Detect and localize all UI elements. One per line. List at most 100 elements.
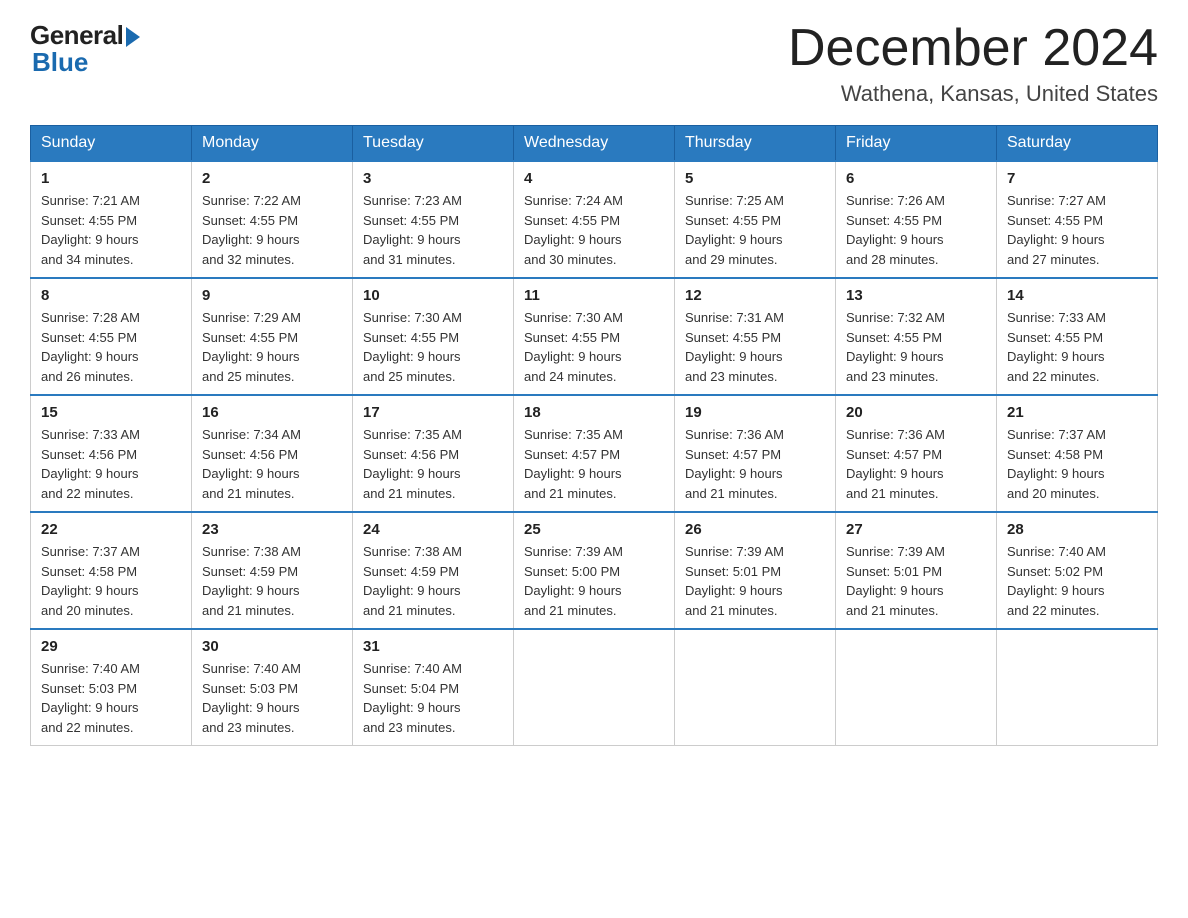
daylight-continuation: and 20 minutes. <box>1007 486 1100 501</box>
sunrise-value: 7:31 AM <box>736 310 784 325</box>
day-of-week-header: Wednesday <box>514 126 675 162</box>
sunset-value: 5:01 PM <box>733 564 781 579</box>
sunset-label: Sunset: <box>685 564 733 579</box>
sunrise-value: 7:38 AM <box>414 544 462 559</box>
sunset-value: 4:55 PM <box>572 213 620 228</box>
sunrise-label: Sunrise: <box>524 193 575 208</box>
sunset-label: Sunset: <box>685 330 733 345</box>
daylight-label: Daylight: 9 hours <box>41 349 139 364</box>
daylight-continuation: and 21 minutes. <box>846 603 939 618</box>
day-info: Sunrise: 7:28 AM Sunset: 4:55 PM Dayligh… <box>41 308 181 386</box>
sunrise-value: 7:33 AM <box>92 427 140 442</box>
sunset-value: 4:56 PM <box>411 447 459 462</box>
day-info: Sunrise: 7:40 AM Sunset: 5:03 PM Dayligh… <box>41 659 181 737</box>
day-number: 8 <box>41 287 181 304</box>
sunrise-label: Sunrise: <box>685 427 736 442</box>
calendar-title: December 2024 <box>788 20 1158 77</box>
sunset-label: Sunset: <box>363 330 411 345</box>
calendar-day-cell: 8 Sunrise: 7:28 AM Sunset: 4:55 PM Dayli… <box>31 278 192 395</box>
sunset-value: 4:55 PM <box>411 213 459 228</box>
day-number: 6 <box>846 170 986 187</box>
calendar-day-cell: 16 Sunrise: 7:34 AM Sunset: 4:56 PM Dayl… <box>192 395 353 512</box>
sunrise-label: Sunrise: <box>202 661 253 676</box>
day-number: 27 <box>846 521 986 538</box>
day-number: 3 <box>363 170 503 187</box>
day-of-week-header: Saturday <box>997 126 1158 162</box>
day-number: 17 <box>363 404 503 421</box>
daylight-continuation: and 22 minutes. <box>41 486 134 501</box>
daylight-label: Daylight: 9 hours <box>41 700 139 715</box>
sunset-label: Sunset: <box>202 564 250 579</box>
daylight-continuation: and 25 minutes. <box>363 369 456 384</box>
daylight-label: Daylight: 9 hours <box>202 349 300 364</box>
logo: General Blue <box>30 20 140 78</box>
daylight-label: Daylight: 9 hours <box>363 466 461 481</box>
calendar-day-cell: 25 Sunrise: 7:39 AM Sunset: 5:00 PM Dayl… <box>514 512 675 629</box>
daylight-continuation: and 21 minutes. <box>202 486 295 501</box>
sunset-label: Sunset: <box>524 213 572 228</box>
sunrise-label: Sunrise: <box>1007 193 1058 208</box>
daylight-label: Daylight: 9 hours <box>41 466 139 481</box>
daylight-label: Daylight: 9 hours <box>41 232 139 247</box>
sunrise-label: Sunrise: <box>685 193 736 208</box>
day-number: 21 <box>1007 404 1147 421</box>
sunrise-value: 7:24 AM <box>575 193 623 208</box>
daylight-continuation: and 32 minutes. <box>202 252 295 267</box>
calendar-day-cell: 18 Sunrise: 7:35 AM Sunset: 4:57 PM Dayl… <box>514 395 675 512</box>
daylight-label: Daylight: 9 hours <box>685 583 783 598</box>
daylight-label: Daylight: 9 hours <box>524 349 622 364</box>
day-number: 12 <box>685 287 825 304</box>
day-info: Sunrise: 7:25 AM Sunset: 4:55 PM Dayligh… <box>685 191 825 269</box>
sunset-label: Sunset: <box>846 213 894 228</box>
calendar-day-cell: 11 Sunrise: 7:30 AM Sunset: 4:55 PM Dayl… <box>514 278 675 395</box>
day-number: 26 <box>685 521 825 538</box>
day-number: 5 <box>685 170 825 187</box>
sunset-label: Sunset: <box>202 213 250 228</box>
calendar-subtitle: Wathena, Kansas, United States <box>788 81 1158 107</box>
calendar-day-cell <box>836 629 997 746</box>
sunrise-value: 7:34 AM <box>253 427 301 442</box>
calendar-week-row: 22 Sunrise: 7:37 AM Sunset: 4:58 PM Dayl… <box>31 512 1158 629</box>
sunset-label: Sunset: <box>41 447 89 462</box>
daylight-continuation: and 23 minutes. <box>202 720 295 735</box>
sunset-value: 4:55 PM <box>250 213 298 228</box>
daylight-continuation: and 21 minutes. <box>363 486 456 501</box>
sunrise-label: Sunrise: <box>524 427 575 442</box>
day-number: 15 <box>41 404 181 421</box>
days-header-row: SundayMondayTuesdayWednesdayThursdayFrid… <box>31 126 1158 162</box>
sunrise-label: Sunrise: <box>363 193 414 208</box>
day-info: Sunrise: 7:29 AM Sunset: 4:55 PM Dayligh… <box>202 308 342 386</box>
sunrise-value: 7:21 AM <box>92 193 140 208</box>
daylight-continuation: and 22 minutes. <box>41 720 134 735</box>
sunset-label: Sunset: <box>524 330 572 345</box>
daylight-label: Daylight: 9 hours <box>202 466 300 481</box>
day-number: 11 <box>524 287 664 304</box>
page-header: General Blue December 2024 Wathena, Kans… <box>30 20 1158 107</box>
day-number: 23 <box>202 521 342 538</box>
daylight-label: Daylight: 9 hours <box>846 349 944 364</box>
sunset-value: 4:56 PM <box>89 447 137 462</box>
sunrise-label: Sunrise: <box>1007 310 1058 325</box>
day-info: Sunrise: 7:35 AM Sunset: 4:56 PM Dayligh… <box>363 425 503 503</box>
day-info: Sunrise: 7:39 AM Sunset: 5:01 PM Dayligh… <box>685 542 825 620</box>
sunset-value: 4:57 PM <box>894 447 942 462</box>
sunset-label: Sunset: <box>41 330 89 345</box>
calendar-day-cell: 24 Sunrise: 7:38 AM Sunset: 4:59 PM Dayl… <box>353 512 514 629</box>
sunset-label: Sunset: <box>41 213 89 228</box>
sunset-label: Sunset: <box>846 447 894 462</box>
sunrise-value: 7:40 AM <box>1058 544 1106 559</box>
day-info: Sunrise: 7:26 AM Sunset: 4:55 PM Dayligh… <box>846 191 986 269</box>
sunset-value: 5:04 PM <box>411 681 459 696</box>
calendar-day-cell: 26 Sunrise: 7:39 AM Sunset: 5:01 PM Dayl… <box>675 512 836 629</box>
sunset-value: 4:55 PM <box>894 213 942 228</box>
sunset-label: Sunset: <box>685 447 733 462</box>
sunset-label: Sunset: <box>202 330 250 345</box>
day-number: 9 <box>202 287 342 304</box>
sunrise-label: Sunrise: <box>202 427 253 442</box>
sunset-label: Sunset: <box>363 213 411 228</box>
logo-arrow-icon <box>126 27 140 47</box>
sunset-value: 4:55 PM <box>89 330 137 345</box>
sunset-value: 4:58 PM <box>1055 447 1103 462</box>
day-number: 14 <box>1007 287 1147 304</box>
sunrise-label: Sunrise: <box>41 193 92 208</box>
